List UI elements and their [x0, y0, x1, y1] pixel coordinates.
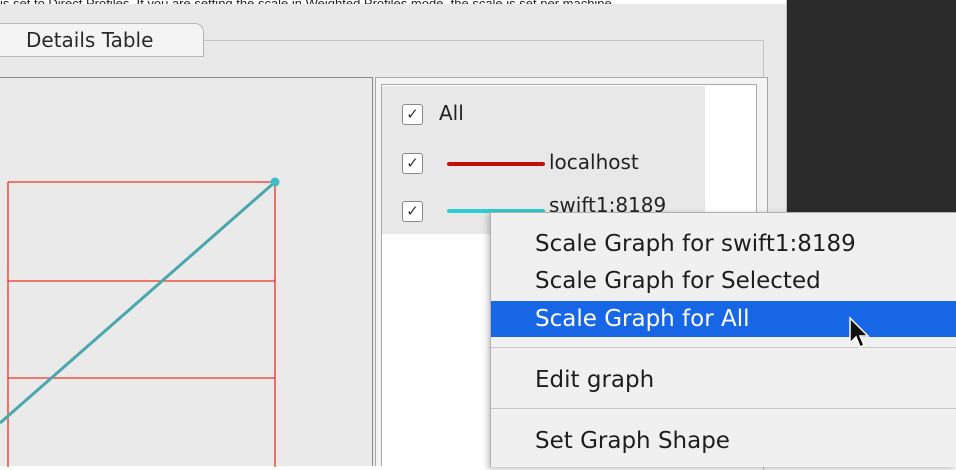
menu-item-scale-swift1[interactable]: Scale Graph for swift1:8189: [491, 226, 956, 262]
graph-grid: [7, 181, 276, 467]
graph-area[interactable]: [0, 77, 373, 467]
menu-item-edit-graph[interactable]: Edit graph: [491, 362, 956, 398]
menu-item-set-graph-shape[interactable]: Set Graph Shape: [491, 423, 956, 459]
menu-item-scale-selected[interactable]: Scale Graph for Selected: [491, 263, 956, 299]
series-line: [0, 180, 276, 425]
legend-swatch-localhost: [447, 162, 545, 166]
legend-label-localhost: localhost: [549, 150, 639, 174]
mouse-cursor-icon: [849, 316, 870, 349]
menu-separator: [491, 347, 956, 348]
context-menu: Scale Graph for swift1:8189 Scale Graph …: [490, 212, 956, 467]
checkbox-swift1[interactable]: ✓: [402, 201, 423, 222]
checkbox-all[interactable]: ✓: [402, 104, 423, 125]
legend-label-all: All: [439, 101, 464, 125]
tab-details-table[interactable]: Details Table: [0, 23, 204, 57]
series-point: [270, 177, 280, 187]
menu-item-scale-all[interactable]: Scale Graph for All: [491, 301, 956, 337]
graph-canvas: [0, 177, 280, 467]
checkbox-localhost[interactable]: ✓: [402, 153, 423, 174]
menu-separator: [491, 408, 956, 409]
